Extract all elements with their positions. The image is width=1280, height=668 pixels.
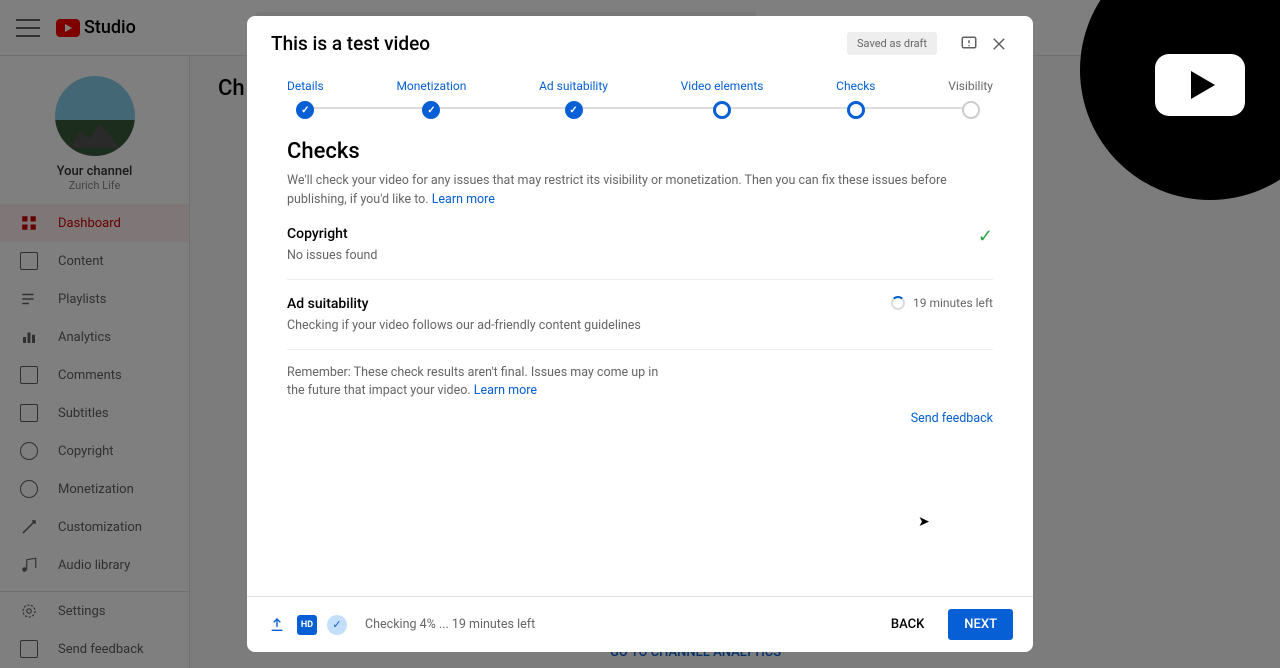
- ad-status: 19 minutes left: [891, 296, 993, 310]
- learn-more-link[interactable]: Learn more: [432, 192, 495, 207]
- processing-status: Checking 4% ... 19 minutes left: [365, 617, 535, 632]
- modal-header: This is a test video Saved as draft: [247, 16, 1033, 71]
- modal-body: Checks We'll check your video for any is…: [247, 139, 1033, 596]
- stepper: Details Monetization Ad suitability Vide…: [247, 71, 1033, 139]
- ad-time-left: 19 minutes left: [913, 296, 993, 310]
- ad-title: Ad suitability: [287, 296, 891, 312]
- close-icon[interactable]: [989, 34, 1009, 54]
- youtube-play-icon: [1155, 54, 1245, 116]
- modal-footer: HD ✓ Checking 4% ... 19 minutes left BAC…: [247, 596, 1033, 652]
- copyright-title: Copyright: [287, 226, 978, 242]
- checks-heading: Checks: [287, 139, 993, 164]
- modal-title: This is a test video: [271, 32, 847, 55]
- step-checks[interactable]: Checks: [836, 79, 875, 119]
- next-button[interactable]: NEXT: [948, 609, 1013, 640]
- step-details[interactable]: Details: [287, 79, 324, 119]
- step-visibility[interactable]: Visibility: [948, 79, 993, 119]
- step-ad-suitability[interactable]: Ad suitability: [539, 79, 608, 119]
- step-monetization[interactable]: Monetization: [396, 79, 466, 119]
- upload-icon: [267, 615, 287, 635]
- copyright-check-row: Copyright No issues found ✓: [287, 210, 993, 280]
- checks-intro: We'll check your video for any issues th…: [287, 172, 993, 210]
- ad-desc: Checking if your video follows our ad-fr…: [287, 318, 891, 333]
- back-button[interactable]: BACK: [875, 609, 940, 640]
- ad-suitability-check-row: Ad suitability Checking if your video fo…: [287, 280, 993, 350]
- hd-badge: HD: [297, 615, 317, 635]
- feedback-icon[interactable]: [959, 34, 979, 54]
- check-ok-icon: ✓: [978, 226, 993, 247]
- processing-check-icon: ✓: [327, 615, 347, 635]
- remember-learn-more-link[interactable]: Learn more: [474, 383, 537, 398]
- remember-note: Remember: These check results aren't fin…: [287, 364, 677, 402]
- spinner-icon: [891, 296, 905, 310]
- send-feedback-link[interactable]: Send feedback: [287, 411, 993, 426]
- upload-modal: This is a test video Saved as draft Deta…: [247, 16, 1033, 652]
- copyright-desc: No issues found: [287, 248, 978, 263]
- step-video-elements[interactable]: Video elements: [681, 79, 764, 119]
- saved-badge: Saved as draft: [847, 32, 937, 55]
